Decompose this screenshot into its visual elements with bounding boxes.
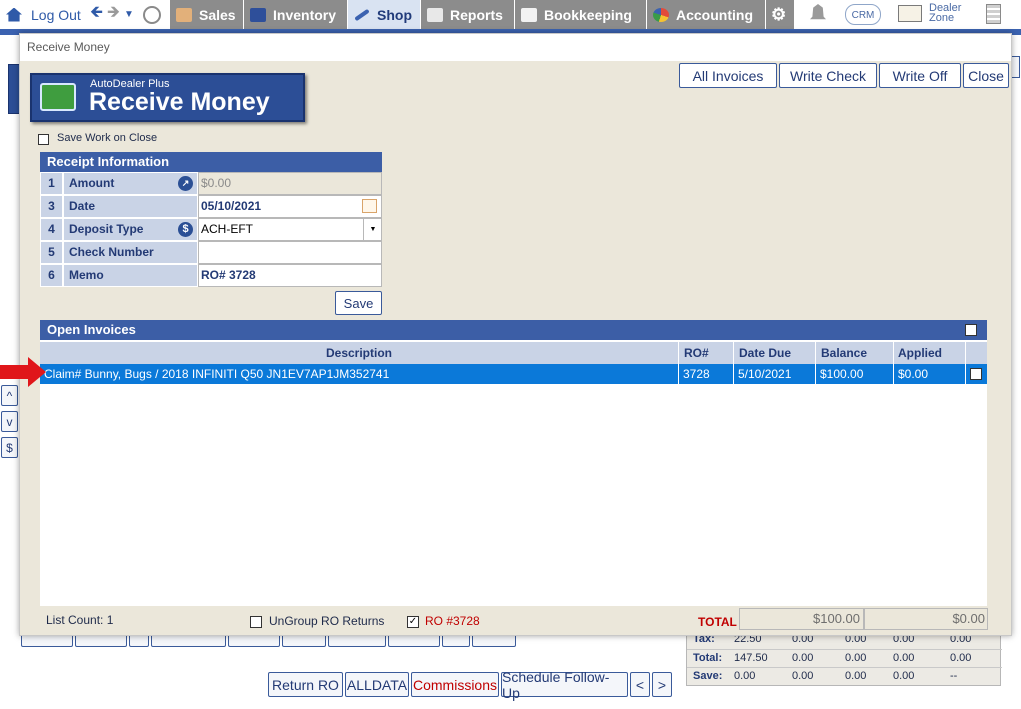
cash-register-icon (40, 83, 76, 111)
dialog-title-bar: Receive Money (20, 34, 1011, 61)
invoice-description: Claim# Bunny, Bugs / 2018 INFINITI Q50 J… (40, 364, 679, 384)
alldata-button[interactable]: ALLDATA (345, 672, 409, 697)
memo-row: 6 Memo RO# 3728 (40, 264, 382, 287)
ungroup-ro-returns-checkbox[interactable] (250, 616, 262, 628)
pie-chart-icon (653, 7, 669, 22)
column-applied[interactable]: Applied (894, 342, 966, 364)
tab-bookkeeping[interactable]: Bookkeeping (515, 0, 646, 29)
total-applied: $0.00 (864, 608, 988, 630)
gear-icon: ⚙ (771, 4, 787, 24)
move-up-button[interactable]: ^ (1, 385, 18, 406)
red-arrow-indicator (0, 357, 46, 387)
deposit-type-select[interactable]: ACH-EFT (198, 218, 382, 241)
ungroup-ro-returns-label: UnGroup RO Returns (269, 614, 385, 628)
table-row[interactable]: Claim# Bunny, Bugs / 2018 INFINITI Q50 J… (40, 364, 987, 384)
write-off-button[interactable]: Write Off (879, 63, 961, 88)
history-dropdown-icon[interactable]: ▼ (124, 0, 134, 29)
forward-icon[interactable]: 🡺 (107, 0, 120, 29)
dollar-icon[interactable]: $ (178, 222, 193, 237)
apply-amount-icon[interactable]: ↗ (178, 176, 193, 191)
date-field[interactable]: 05/10/2021 (198, 195, 382, 218)
amount-field[interactable]: $0.00 (198, 172, 382, 195)
open-invoices-header: Open Invoices (40, 320, 987, 340)
calendar-icon[interactable] (362, 199, 377, 213)
column-balance[interactable]: Balance (816, 342, 894, 364)
car-icon (250, 7, 266, 22)
total-label: TOTAL (698, 615, 737, 629)
tab-accounting[interactable]: Accounting (647, 0, 765, 29)
crm-cloud-icon[interactable]: CRM (845, 4, 881, 25)
invoice-column-headers: Description RO# Date Due Balance Applied (40, 342, 987, 364)
background-button-edge[interactable] (1011, 56, 1020, 78)
open-invoices-panel: Open Invoices Description RO# Date Due B… (40, 320, 987, 606)
column-ro-number[interactable]: RO# (679, 342, 734, 364)
background-tab-buttons (21, 626, 516, 647)
salesperson-icon (176, 7, 192, 22)
receive-money-dialog: Receive Money All Invoices Write Check W… (19, 33, 1012, 636)
date-row: 3 Date 05/10/2021 (40, 195, 382, 218)
column-description[interactable]: Description (40, 342, 679, 364)
dealer-zone-icon[interactable] (898, 5, 922, 22)
deposit-type-row: 4 Deposit Type $ ACH-EFT ▼ (40, 218, 382, 241)
ro-filter-checkbox[interactable]: ✓ (407, 616, 419, 628)
summary-row: Total: 147.50 0.00 0.00 0.00 0.00 (687, 649, 1002, 668)
write-check-button[interactable]: Write Check (779, 63, 877, 88)
schedule-follow-up-button[interactable]: Schedule Follow-Up (501, 669, 628, 701)
tab-inventory[interactable]: Inventory (244, 0, 347, 29)
close-button[interactable]: Close (963, 63, 1009, 88)
user-avatar-icon[interactable] (143, 0, 161, 29)
invoice-date-due: 5/10/2021 (734, 364, 816, 384)
dealer-zone-link[interactable]: Dealer Zone (929, 3, 961, 24)
check-number-row: 5 Check Number (40, 241, 382, 264)
tab-reports[interactable]: Reports (421, 0, 514, 29)
top-navigation-bar: Log Out 🡸 🡺 ▼ Sales Inventory Shop Repor… (0, 0, 1021, 29)
summary-row: Save: 0.00 0.00 0.00 0.00 -- (687, 667, 1002, 686)
total-balance: $100.00 (739, 608, 864, 630)
invoice-balance: $100.00 (816, 364, 894, 384)
ro-totals-summary: Tax: 22.50 0.00 0.00 0.00 0.00 Total: 14… (686, 630, 1002, 686)
previous-button[interactable]: < (630, 672, 650, 697)
back-icon[interactable]: 🡸 (90, 0, 103, 29)
memo-field[interactable]: RO# 3728 (198, 264, 382, 287)
receipt-information-panel: Receipt Information 1 Amount ↗ $0.00 3 D… (40, 152, 382, 289)
return-ro-button[interactable]: Return RO (268, 672, 343, 697)
reports-icon (427, 7, 443, 22)
wrench-icon (354, 8, 370, 21)
select-all-checkbox[interactable] (965, 324, 977, 336)
book-icon (521, 7, 537, 22)
invoice-applied[interactable]: $0.00 (894, 364, 966, 384)
tab-sales[interactable]: Sales (170, 0, 243, 29)
chevron-down-icon[interactable]: ▼ (363, 219, 382, 240)
price-button[interactable]: $ (1, 437, 18, 458)
logout-link[interactable]: Log Out (6, 0, 81, 29)
column-date-due[interactable]: Date Due (734, 342, 816, 364)
settings-button[interactable]: ⚙ (766, 0, 794, 29)
commissions-button[interactable]: Commissions (411, 672, 499, 697)
tab-shop[interactable]: Shop (348, 0, 420, 29)
next-button[interactable]: > (652, 672, 672, 697)
calculator-icon[interactable] (986, 4, 1001, 24)
bell-icon[interactable] (810, 4, 826, 20)
home-icon (6, 7, 22, 22)
receive-money-logo: AutoDealer Plus Receive Money (30, 73, 305, 122)
amount-row: 1 Amount ↗ $0.00 (40, 172, 382, 195)
list-count: List Count: 1 (46, 613, 114, 627)
save-button[interactable]: Save (335, 291, 382, 315)
receipt-information-header: Receipt Information (40, 152, 382, 172)
invoice-ro-number: 3728 (679, 364, 734, 384)
move-down-button[interactable]: v (1, 411, 18, 432)
ro-filter-label: RO #3728 (425, 614, 480, 628)
all-invoices-button[interactable]: All Invoices (679, 63, 777, 88)
save-work-on-close-checkbox[interactable] (38, 134, 49, 145)
check-number-field[interactable] (198, 241, 382, 264)
save-work-on-close-label: Save Work on Close (57, 132, 158, 144)
invoice-select-checkbox[interactable] (970, 368, 982, 380)
